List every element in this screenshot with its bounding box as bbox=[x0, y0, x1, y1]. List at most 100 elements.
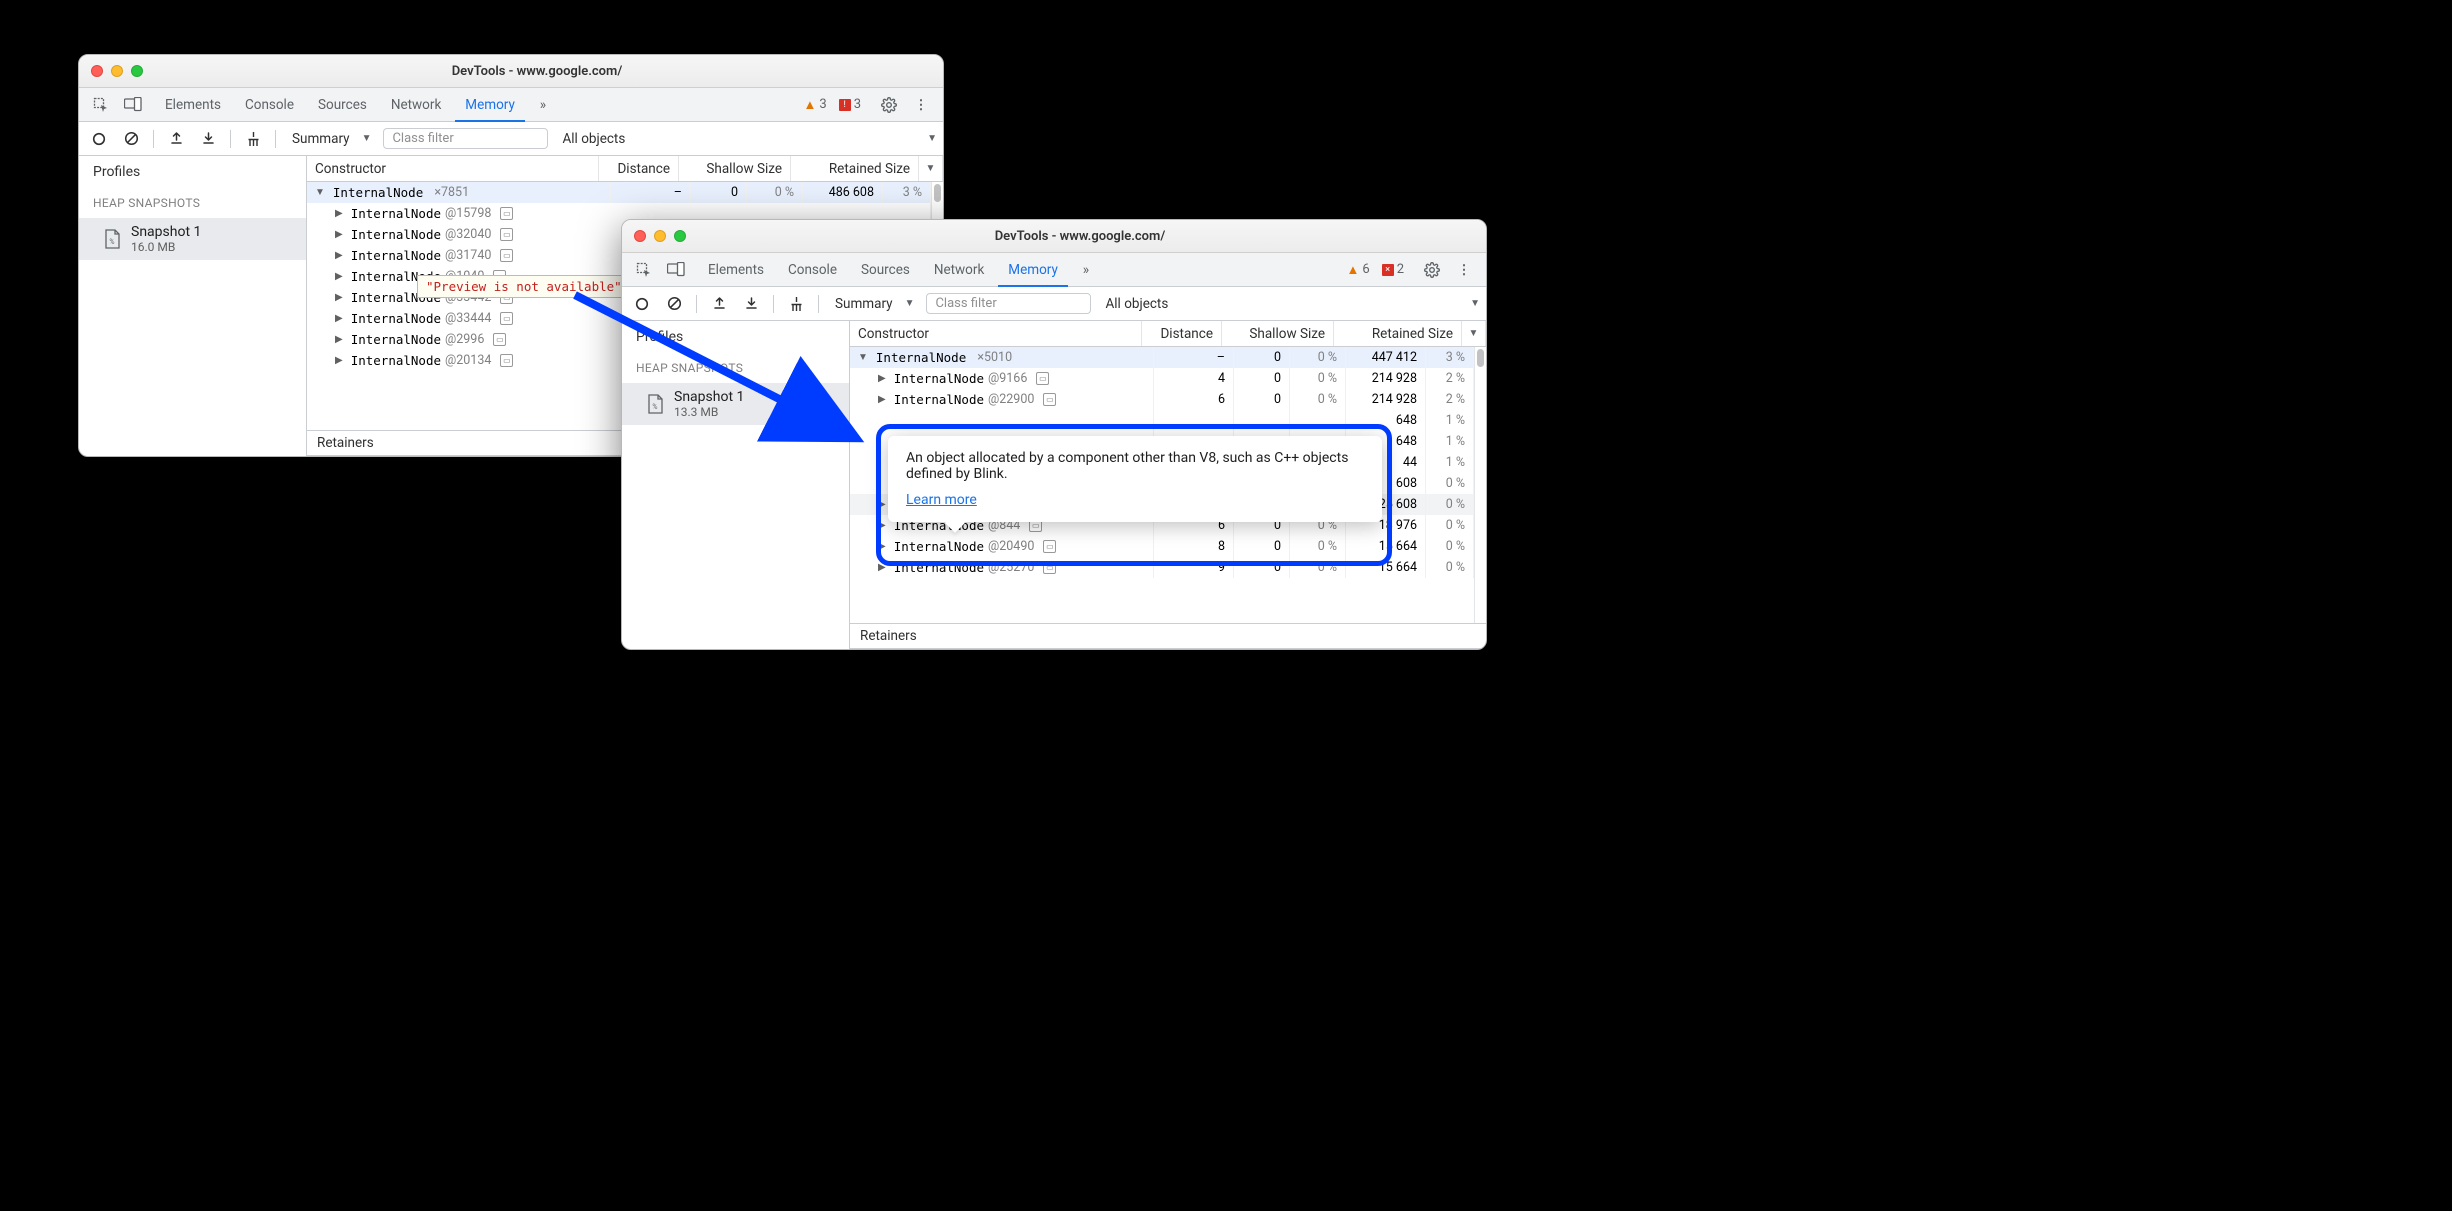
error-count: 3 bbox=[854, 97, 861, 112]
shallow-pct-cell: 0 % bbox=[747, 182, 803, 203]
col-retained-size[interactable]: Retained Size bbox=[791, 156, 919, 181]
title-bar[interactable]: DevTools - www.google.com/ bbox=[79, 55, 943, 88]
scrollbar[interactable] bbox=[1474, 347, 1486, 623]
col-shallow-size[interactable]: Shallow Size bbox=[679, 156, 791, 181]
col-distance[interactable]: Distance bbox=[1142, 321, 1222, 346]
tab-console[interactable]: Console bbox=[235, 89, 304, 121]
col-shallow-size[interactable]: Shallow Size bbox=[1222, 321, 1334, 346]
more-tabs-icon[interactable]: » bbox=[1072, 257, 1100, 283]
expand-icon: ▼ bbox=[315, 187, 325, 198]
scrollbar-thumb[interactable] bbox=[934, 184, 941, 202]
retained-size-cell: 447 412 bbox=[1346, 347, 1426, 368]
retained-pct-cell: 0 % bbox=[1426, 494, 1474, 515]
expand-icon: ▶ bbox=[335, 334, 343, 345]
col-retained-size[interactable]: Retained Size bbox=[1334, 321, 1462, 346]
constructor-name: InternalNode bbox=[351, 248, 441, 263]
memory-toolbar: Summary ▼ Class filter All objects ▼ bbox=[79, 122, 943, 156]
device-toolbar-icon[interactable] bbox=[119, 92, 147, 118]
more-tabs-icon[interactable]: » bbox=[529, 92, 557, 118]
expand-icon: ▶ bbox=[335, 250, 343, 261]
maximize-icon[interactable] bbox=[674, 230, 686, 242]
scrollbar-thumb[interactable] bbox=[1477, 349, 1484, 367]
sort-arrow[interactable]: ▼ bbox=[919, 156, 943, 181]
close-icon[interactable] bbox=[91, 65, 103, 77]
retained-pct-cell: 3 % bbox=[883, 182, 931, 203]
title-bar[interactable]: DevTools - www.google.com/ bbox=[622, 220, 1486, 253]
snapshot-item[interactable]: % Snapshot 1 16.0 MB bbox=[79, 218, 306, 260]
inspect-icon[interactable] bbox=[87, 92, 115, 118]
shallow-pct-cell: 0 % bbox=[1290, 347, 1346, 368]
object-id: @31740 bbox=[445, 248, 491, 263]
kebab-menu-icon[interactable]: ⋮ bbox=[1450, 257, 1478, 283]
warnings-badge[interactable]: ▲3 bbox=[804, 97, 827, 113]
class-filter-input[interactable]: Class filter bbox=[383, 128, 548, 149]
chevron-down-icon: ▼ bbox=[927, 133, 937, 144]
record-icon[interactable] bbox=[85, 126, 113, 152]
constructor-group-row[interactable]: ▼InternalNode ×7851 – 0 0 % 486 608 3 % bbox=[307, 182, 931, 203]
tab-memory[interactable]: Memory bbox=[998, 254, 1068, 287]
retained-pct-cell: 1 % bbox=[1426, 410, 1474, 431]
retained-pct-cell: 0 % bbox=[1426, 515, 1474, 536]
warning-count: 6 bbox=[1362, 262, 1369, 277]
sort-arrow[interactable]: ▼ bbox=[1462, 321, 1486, 346]
minimize-icon[interactable] bbox=[654, 230, 666, 242]
retained-pct-cell: 1 % bbox=[1426, 452, 1474, 473]
maximize-icon[interactable] bbox=[131, 65, 143, 77]
retained-pct-cell: 2 % bbox=[1426, 389, 1474, 410]
constructor-name: InternalNode bbox=[351, 332, 441, 347]
shallow-pct-cell: 0 % bbox=[1290, 389, 1346, 410]
retained-pct-cell: 0 % bbox=[1426, 536, 1474, 557]
upload-icon[interactable] bbox=[162, 126, 190, 152]
separator bbox=[275, 130, 276, 148]
object-id: @32040 bbox=[445, 227, 491, 242]
element-icon: ▭ bbox=[493, 333, 506, 346]
tab-elements[interactable]: Elements bbox=[155, 89, 231, 121]
constructor-name: InternalNode bbox=[351, 206, 441, 221]
settings-icon[interactable] bbox=[875, 92, 903, 118]
shallow-size-cell: 0 bbox=[1234, 368, 1290, 389]
separator bbox=[230, 130, 231, 148]
profiles-heading: Profiles bbox=[79, 156, 306, 188]
errors-badge[interactable]: ×2 bbox=[1382, 262, 1404, 277]
class-filter-input[interactable]: Class filter bbox=[926, 293, 1091, 314]
tab-memory[interactable]: Memory bbox=[455, 89, 525, 122]
snapshot-meta: Snapshot 1 16.0 MB bbox=[131, 224, 201, 254]
object-filter-dropdown[interactable]: All objects bbox=[562, 131, 923, 147]
minimize-icon[interactable] bbox=[111, 65, 123, 77]
retainers-header[interactable]: Retainers bbox=[850, 623, 1486, 649]
collect-garbage-icon[interactable] bbox=[239, 126, 267, 152]
all-objects-label: All objects bbox=[562, 131, 625, 147]
tab-network[interactable]: Network bbox=[381, 89, 451, 121]
tab-sources[interactable]: Sources bbox=[308, 89, 377, 121]
errors-badge[interactable]: !3 bbox=[839, 97, 861, 112]
warnings-badge[interactable]: ▲6 bbox=[1347, 262, 1370, 278]
warning-count: 3 bbox=[819, 97, 826, 112]
object-id: @15798 bbox=[445, 206, 491, 221]
object-row[interactable]: ▶InternalNode @9166▭400 %214 9282 % bbox=[850, 368, 1474, 389]
constructor-name: InternalNode bbox=[351, 311, 441, 326]
snapshot-size: 16.0 MB bbox=[131, 240, 201, 254]
constructor-name: InternalNode bbox=[351, 227, 441, 242]
object-filter-dropdown[interactable]: All objects bbox=[1105, 296, 1466, 312]
shallow-pct-cell: 0 % bbox=[1290, 368, 1346, 389]
distance-cell: – bbox=[1154, 347, 1234, 368]
constructor-name: InternalNode bbox=[333, 185, 423, 200]
constructor-name: InternalNode bbox=[351, 353, 441, 368]
all-objects-label: All objects bbox=[1105, 296, 1168, 312]
close-icon[interactable] bbox=[634, 230, 646, 242]
chevron-down-icon: ▼ bbox=[362, 133, 372, 144]
tab-network[interactable]: Network bbox=[924, 254, 994, 286]
distance-cell: 4 bbox=[1154, 368, 1234, 389]
retained-pct-cell: 3 % bbox=[1426, 347, 1474, 368]
object-row[interactable]: ▶InternalNode @22900▭600 %214 9282 % bbox=[850, 389, 1474, 410]
settings-icon[interactable] bbox=[1418, 257, 1446, 283]
expand-icon: ▶ bbox=[335, 271, 343, 282]
download-icon[interactable] bbox=[194, 126, 222, 152]
view-dropdown[interactable]: Summary ▼ bbox=[284, 131, 379, 147]
kebab-menu-icon[interactable]: ⋮ bbox=[907, 92, 935, 118]
view-label: Summary bbox=[292, 131, 350, 147]
col-distance[interactable]: Distance bbox=[599, 156, 679, 181]
constructor-group-row[interactable]: ▼InternalNode ×5010 – 0 0 % 447 412 3 % bbox=[850, 347, 1474, 368]
clear-icon[interactable] bbox=[117, 126, 145, 152]
col-constructor[interactable]: Constructor bbox=[307, 156, 599, 181]
